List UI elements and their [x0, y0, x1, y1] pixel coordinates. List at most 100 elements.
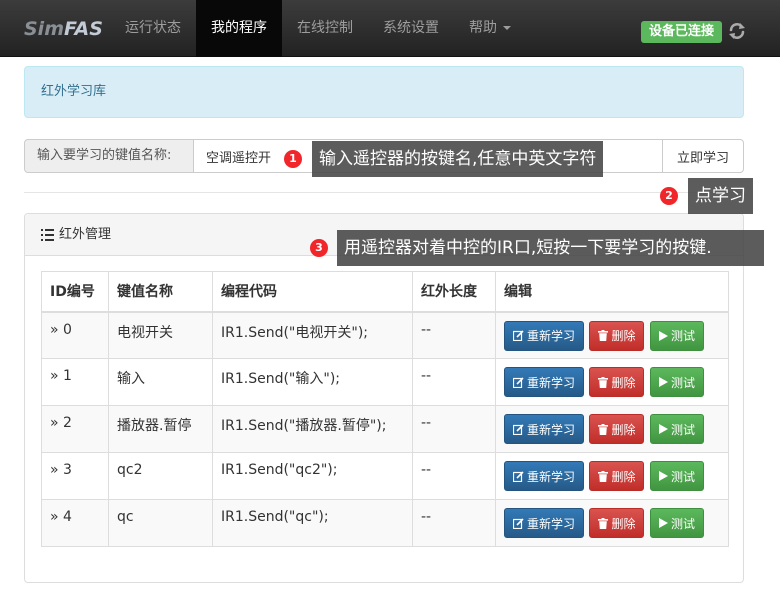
trash-icon: [598, 376, 609, 388]
cell-ir-length: --: [412, 358, 496, 406]
table-row: » 3 qc2 IR1.Send("qc2"); -- 重新学习 删除 测试: [41, 452, 729, 500]
col-header-id: ID编号: [41, 271, 109, 313]
divider: [24, 192, 744, 193]
cell-code: IR1.Send("输入");: [212, 358, 413, 406]
relearn-button[interactable]: 重新学习: [504, 508, 585, 538]
relearn-button[interactable]: 重新学习: [504, 320, 585, 351]
col-header-code: 编程代码: [212, 271, 413, 313]
delete-label: 删除: [611, 329, 636, 343]
cell-id: » 2: [41, 405, 109, 453]
edit-icon: [513, 376, 524, 388]
table-row: » 4 qc IR1.Send("qc"); -- 重新学习 删除 测试: [41, 499, 729, 547]
connection-status-badge: 设备已连接: [641, 21, 723, 43]
learn-now-button[interactable]: 立即学习: [662, 139, 744, 173]
cell-id: » 1: [41, 358, 109, 406]
annotation-marker-2: 2: [660, 187, 678, 205]
relearn-button[interactable]: 重新学习: [504, 414, 585, 444]
ir-management-panel: 红外管理 ID编号 键值名称 编程代码 红外长度 编辑 » 0 电视开关 IR1.S…: [24, 213, 744, 583]
test-label: 测试: [670, 422, 695, 437]
cell-code: IR1.Send("播放器.暂停");: [212, 405, 413, 453]
ir-table: ID编号 键值名称 编程代码 红外长度 编辑 » 0 电视开关 IR1.Send("…: [41, 271, 729, 547]
relearn-button[interactable]: 重新学习: [504, 461, 585, 491]
cell-id: » 3: [41, 452, 109, 500]
delete-button[interactable]: 删除: [589, 414, 645, 444]
cell-key-name: 播放器.暂停: [108, 405, 213, 453]
trash-icon: [598, 517, 609, 529]
nav-item-help[interactable]: 帮助: [454, 0, 526, 57]
cell-actions: 重新学习 删除 测试: [495, 358, 729, 406]
test-label: 测试: [670, 329, 695, 343]
edit-icon: [513, 517, 524, 529]
play-icon: [658, 424, 668, 434]
list-icon: [41, 228, 54, 241]
cell-ir-length: --: [412, 452, 496, 500]
relearn-label: 重新学习: [527, 469, 576, 484]
play-icon: [658, 330, 668, 341]
cell-id: » 4: [41, 499, 109, 547]
nav-item-my-programs[interactable]: 我的程序: [196, 0, 282, 57]
col-header-edit: 编辑: [495, 271, 729, 313]
test-button[interactable]: 测试: [649, 320, 704, 351]
panel-title: 红外管理: [59, 227, 112, 242]
annotation-marker-3: 3: [310, 239, 328, 257]
main-nav: 运行状态 我的程序 在线控制 系统设置 帮助: [110, 0, 526, 57]
delete-label: 删除: [611, 469, 636, 484]
top-navbar: SimFAS 运行状态 我的程序 在线控制 系统设置 帮助 设备已连接: [0, 0, 780, 57]
test-label: 测试: [670, 469, 695, 484]
cell-key-name: 电视开关: [108, 311, 213, 359]
test-label: 测试: [670, 516, 695, 531]
test-label: 测试: [670, 375, 695, 390]
nav-item-run-status[interactable]: 运行状态: [110, 0, 196, 57]
annotation-tip-2: 点学习: [688, 178, 753, 214]
col-header-key-name: 键值名称: [108, 271, 213, 313]
trash-icon: [598, 423, 609, 435]
cell-key-name: qc: [108, 499, 213, 547]
annotation-tip-3: 用遥控器对着中控的IR口,短按一下要学习的按键.: [337, 230, 764, 266]
annotation-marker-1: 1: [284, 150, 302, 168]
test-button[interactable]: 测试: [649, 367, 704, 397]
cell-actions: 重新学习 删除 测试: [495, 499, 729, 547]
cell-ir-length: --: [412, 499, 496, 547]
trash-icon: [598, 470, 609, 482]
edit-icon: [513, 423, 524, 435]
cell-ir-length: --: [412, 311, 496, 359]
cell-key-name: 输入: [108, 358, 213, 406]
table-row: » 2 播放器.暂停 IR1.Send("播放器.暂停"); -- 重新学习 删除 测试: [41, 405, 729, 453]
test-button[interactable]: 测试: [649, 461, 704, 491]
annotation-tip-1: 输入遥控器的按键名,任意中英文字符: [312, 141, 604, 177]
test-button[interactable]: 测试: [649, 414, 704, 444]
nav-item-online-control[interactable]: 在线控制: [282, 0, 368, 57]
relearn-label: 重新学习: [527, 375, 576, 390]
cell-code: IR1.Send("电视开关");: [212, 311, 413, 359]
trash-icon: [598, 330, 609, 341]
edit-icon: [513, 330, 524, 341]
table-row: » 0 电视开关 IR1.Send("电视开关"); -- 重新学习 删除 测试: [41, 311, 729, 359]
delete-button[interactable]: 删除: [589, 461, 645, 491]
nav-item-system-settings[interactable]: 系统设置: [368, 0, 454, 57]
brand-logo[interactable]: SimFAS: [24, 18, 103, 40]
relearn-label: 重新学习: [527, 516, 576, 531]
ir-library-alert: 红外学习库: [24, 66, 744, 118]
delete-label: 删除: [611, 516, 636, 531]
caret-down-icon: [503, 26, 511, 30]
cell-actions: 重新学习 删除 测试: [495, 311, 729, 359]
edit-icon: [513, 470, 524, 482]
key-name-label: 输入要学习的键值名称:: [24, 139, 194, 173]
play-icon: [658, 471, 668, 481]
cell-actions: 重新学习 删除 测试: [495, 405, 729, 453]
cell-id: » 0: [41, 311, 109, 359]
relearn-button[interactable]: 重新学习: [504, 367, 585, 397]
play-icon: [658, 377, 668, 387]
cell-actions: 重新学习 删除 测试: [495, 452, 729, 500]
nav-item-help-label: 帮助: [469, 20, 497, 36]
cell-code: IR1.Send("qc");: [212, 499, 413, 547]
relearn-label: 重新学习: [527, 329, 576, 343]
table-header-row: ID编号 键值名称 编程代码 红外长度 编辑: [41, 271, 729, 313]
test-button[interactable]: 测试: [649, 508, 704, 538]
refresh-icon[interactable]: [727, 21, 747, 41]
delete-label: 删除: [611, 375, 636, 390]
delete-button[interactable]: 删除: [589, 367, 645, 397]
delete-button[interactable]: 删除: [589, 508, 645, 538]
delete-button[interactable]: 删除: [589, 320, 645, 351]
cell-code: IR1.Send("qc2");: [212, 452, 413, 500]
